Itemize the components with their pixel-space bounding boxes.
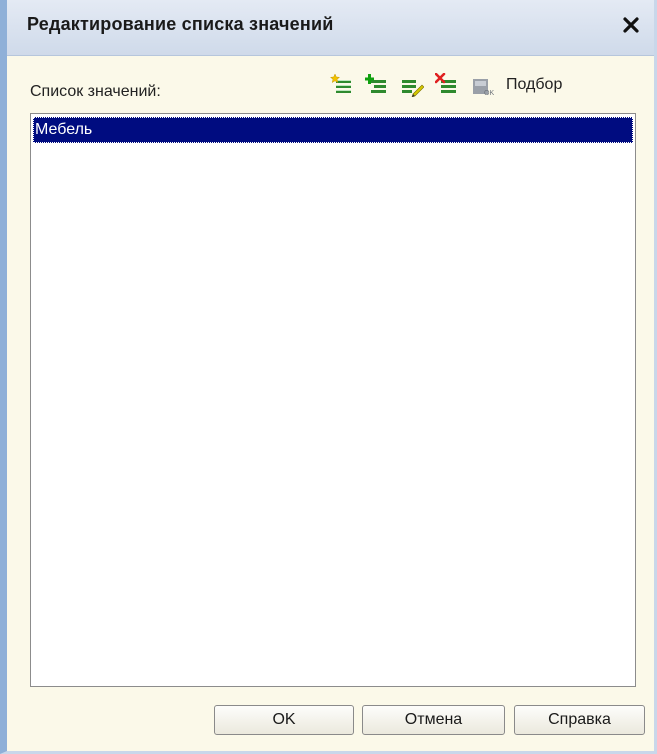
save-item-icon: OK: [473, 79, 494, 97]
cancel-button[interactable]: Отмена: [362, 705, 505, 735]
add-subitem-icon: [365, 74, 386, 93]
value-list-dialog: Редактирование списка значений Список зн…: [0, 0, 657, 754]
value-list[interactable]: Мебель: [30, 113, 636, 687]
help-button[interactable]: Справка: [514, 705, 645, 735]
title-bar: Редактирование списка значений: [7, 0, 654, 56]
edit-item-button[interactable]: [399, 72, 425, 98]
add-item-button[interactable]: [329, 72, 355, 98]
close-button[interactable]: [616, 10, 646, 40]
edit-item-icon: [402, 80, 424, 97]
list-item[interactable]: Мебель: [33, 117, 633, 143]
delete-item-icon: [435, 73, 456, 93]
select-button[interactable]: Подбор: [506, 76, 562, 94]
add-item-icon: [330, 73, 351, 93]
list-toolbar: OK Подбор: [329, 70, 562, 100]
delete-item-button[interactable]: [434, 72, 460, 98]
value-list-label: Список значений:: [30, 83, 161, 100]
add-subitem-button[interactable]: [364, 72, 390, 98]
svg-text:OK: OK: [484, 90, 494, 97]
dialog-title: Редактирование списка значений: [27, 14, 334, 34]
ok-button[interactable]: OK: [214, 705, 354, 735]
close-icon: [623, 17, 639, 33]
save-item-button[interactable]: OK: [469, 72, 495, 98]
